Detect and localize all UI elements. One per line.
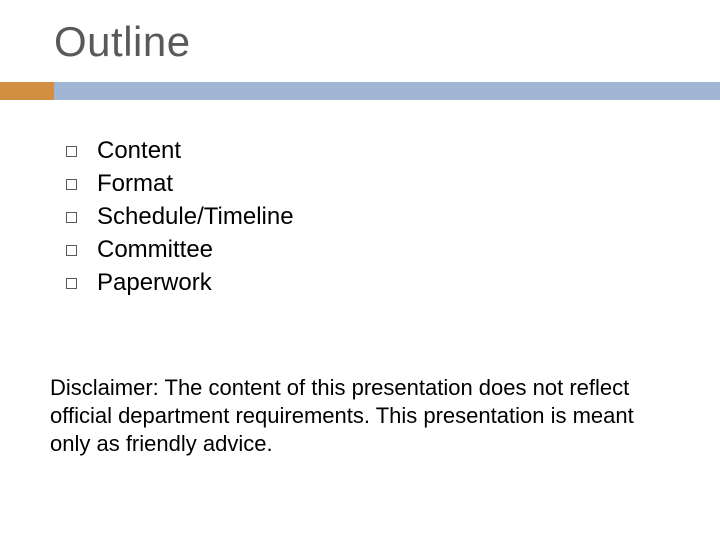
- list-item-label: Committee: [97, 235, 213, 265]
- square-bullet-icon: [66, 146, 77, 157]
- divider-accent: [0, 82, 54, 100]
- list-item: Content: [66, 136, 294, 166]
- list-item-label: Content: [97, 136, 181, 166]
- list-item: Committee: [66, 235, 294, 265]
- divider-main: [54, 82, 720, 100]
- square-bullet-icon: [66, 212, 77, 223]
- square-bullet-icon: [66, 179, 77, 190]
- list-item-label: Schedule/Timeline: [97, 202, 294, 232]
- bullet-list: Content Format Schedule/Timeline Committ…: [66, 136, 294, 301]
- divider-bar: [0, 82, 720, 100]
- list-item: Schedule/Timeline: [66, 202, 294, 232]
- disclaimer-text: Disclaimer: The content of this presenta…: [50, 374, 650, 458]
- square-bullet-icon: [66, 245, 77, 256]
- list-item: Paperwork: [66, 268, 294, 298]
- slide-title: Outline: [54, 18, 191, 66]
- square-bullet-icon: [66, 278, 77, 289]
- list-item: Format: [66, 169, 294, 199]
- list-item-label: Paperwork: [97, 268, 212, 298]
- slide: Outline Content Format Schedule/Timeline…: [0, 0, 720, 540]
- list-item-label: Format: [97, 169, 173, 199]
